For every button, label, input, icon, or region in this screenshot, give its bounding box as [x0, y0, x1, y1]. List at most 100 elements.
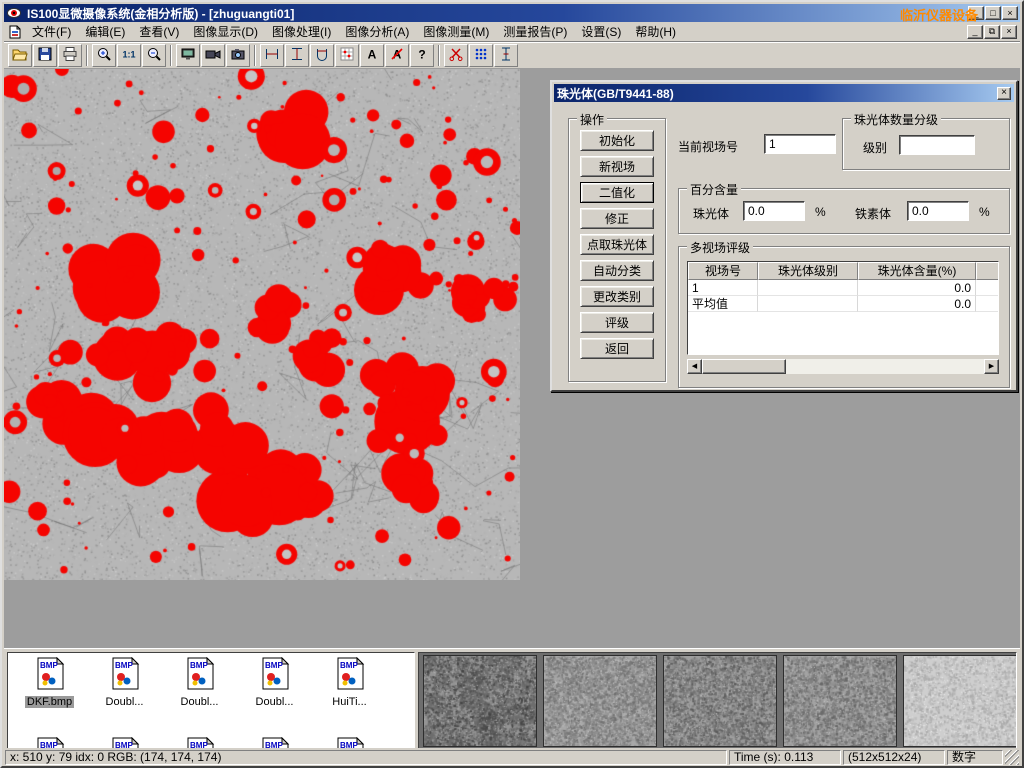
toolbar-separator: [170, 45, 172, 66]
toolbar-button-video-camera[interactable]: [201, 44, 225, 67]
file-item[interactable]: BMPDoubl...: [237, 655, 312, 713]
scroll-left-button[interactable]: ◀: [687, 359, 702, 374]
menu-item[interactable]: 查看(V): [132, 21, 186, 42]
current-field-input[interactable]: [764, 134, 836, 154]
toolbar-button-caliper-horizontal[interactable]: [260, 44, 284, 67]
operation-button[interactable]: 返回: [580, 338, 654, 359]
menu-item[interactable]: 图像显示(D): [186, 21, 265, 42]
table-cell: 0.0: [858, 280, 976, 296]
operation-button[interactable]: 自动分类: [580, 260, 654, 281]
mdi-close-button[interactable]: ×: [1001, 25, 1017, 39]
file-item[interactable]: BMP: [312, 735, 387, 749]
window-close-button[interactable]: ×: [1002, 6, 1018, 20]
dialog-close-button[interactable]: ×: [997, 87, 1011, 100]
toolbar-separator: [254, 45, 256, 66]
file-item[interactable]: BMP: [237, 735, 312, 749]
table-row[interactable]: 平均值0.0: [688, 296, 998, 312]
mdi-minimize-button[interactable]: _: [967, 25, 983, 39]
menu-item[interactable]: 编辑(E): [78, 21, 132, 42]
resize-grip[interactable]: [1005, 750, 1019, 765]
toolbar-button-display[interactable]: [176, 44, 200, 67]
table-column-header[interactable]: 珠光体含量(%): [858, 262, 976, 280]
operation-button[interactable]: 评级: [580, 312, 654, 333]
table-column-header[interactable]: 视场号: [688, 262, 758, 280]
menu-item[interactable]: 设置(S): [574, 21, 628, 42]
metallographic-image[interactable]: [4, 69, 520, 580]
operation-button[interactable]: 二值化: [580, 182, 654, 203]
file-item[interactable]: BMPHuiTi...: [312, 655, 387, 713]
file-row-2: BMPBMPBMPBMPBMP: [12, 735, 387, 749]
toolbar-button-caliper-outside[interactable]: [285, 44, 309, 67]
app-window: IS100显微摄像系统(金相分析版) - [zhuguangti01] _□× …: [0, 0, 1024, 768]
level-input[interactable]: [899, 135, 975, 155]
menu-item[interactable]: 测量报告(P): [496, 21, 574, 42]
table-row[interactable]: 10.0: [688, 280, 998, 296]
toolbar-button-print[interactable]: [58, 44, 82, 67]
operation-button[interactable]: 初始化: [580, 130, 654, 151]
svg-text:BMP: BMP: [190, 661, 208, 670]
scroll-track[interactable]: [702, 359, 984, 374]
actual-size-icon: 1:1: [121, 46, 137, 65]
ferrite-percent-input[interactable]: [907, 201, 969, 221]
table-column-header[interactable]: 珠光体级别: [758, 262, 858, 280]
status-mode: 数字: [947, 750, 1003, 765]
toolbar-button-caliper-vertical[interactable]: [494, 44, 518, 67]
open-folder-icon: [12, 46, 28, 65]
toolbar-button-zoom-out[interactable]: [142, 44, 166, 67]
window-maximize-button[interactable]: □: [985, 6, 1001, 20]
toolbar-button-open-folder[interactable]: [8, 44, 32, 67]
table-cell: 平均值: [688, 296, 758, 312]
menu-item[interactable]: 帮助(H): [628, 21, 683, 42]
toolbar-button-cut[interactable]: [444, 44, 468, 67]
dialog-title-bar[interactable]: 珠光体(GB/T9441-88) ×: [554, 84, 1014, 102]
table-column-header[interactable]: 铁素: [976, 262, 999, 280]
toolbar-button-actual-size[interactable]: 1:1: [117, 44, 141, 67]
file-name: Doubl...: [254, 696, 296, 708]
toolbar-button-help[interactable]: ?: [410, 44, 434, 67]
toolbar-button-micrometer[interactable]: [310, 44, 334, 67]
sample-thumbnail-3[interactable]: [663, 655, 777, 747]
scroll-right-button[interactable]: ▶: [984, 359, 999, 374]
grading-group: 珠光体数量分级 级别: [842, 118, 1010, 170]
operation-button[interactable]: 新视场: [580, 156, 654, 177]
sample-thumbnail-5[interactable]: [903, 655, 1017, 747]
toolbar-button-grid-measure[interactable]: [335, 44, 359, 67]
table-body: 10.0平均值0.0: [688, 280, 998, 312]
file-item[interactable]: BMPDoubl...: [87, 655, 162, 713]
file-item[interactable]: BMP: [87, 735, 162, 749]
menu-item[interactable]: 文件(F): [25, 21, 78, 42]
file-item[interactable]: BMPDoubl...: [162, 655, 237, 713]
file-item[interactable]: BMP: [162, 735, 237, 749]
operations-buttons: 初始化新视场二值化修正点取珠光体自动分类更改类别评级返回: [569, 119, 665, 359]
toolbar-button-text-label[interactable]: A: [360, 44, 384, 67]
operation-button[interactable]: 修正: [580, 208, 654, 229]
percent-group-label: 百分含量: [687, 181, 741, 198]
toolbar-button-point-grid[interactable]: [469, 44, 493, 67]
sample-thumbnail-2[interactable]: [543, 655, 657, 747]
pearlite-unit: %: [815, 205, 826, 219]
file-browser[interactable]: BMPDKF.bmpBMPDoubl...BMPDoubl...BMPDoubl…: [7, 652, 415, 749]
operation-button[interactable]: 点取珠光体: [580, 234, 654, 255]
status-resolution: (512x512x24): [843, 750, 945, 765]
pearlite-percent-input[interactable]: [743, 201, 805, 221]
menu-item[interactable]: 图像分析(A): [338, 21, 416, 42]
sample-thumbnail-1[interactable]: [423, 655, 537, 747]
menu-item[interactable]: 图像测量(M): [416, 21, 496, 42]
menu-item[interactable]: 图像处理(I): [265, 21, 338, 42]
file-item[interactable]: BMPDKF.bmp: [12, 655, 87, 713]
display-icon: [180, 46, 196, 65]
scroll-thumb[interactable]: [702, 359, 786, 374]
toolbar-button-text-strike[interactable]: A: [385, 44, 409, 67]
mdi-restore-button[interactable]: ⧉: [984, 25, 1000, 39]
table-hscrollbar[interactable]: ◀ ▶: [687, 359, 999, 374]
toolbar-button-save[interactable]: [33, 44, 57, 67]
multi-field-table[interactable]: 视场号珠光体级别珠光体含量(%)铁素 10.0平均值0.0: [687, 261, 999, 355]
caliper-outside-icon: [289, 46, 305, 65]
operation-button[interactable]: 更改类别: [580, 286, 654, 307]
toolbar-button-zoom-in[interactable]: [92, 44, 116, 67]
text-strike-icon: A: [389, 46, 405, 65]
table-cell: 1: [688, 280, 758, 296]
toolbar-button-camera[interactable]: [226, 44, 250, 67]
file-item[interactable]: BMP: [12, 735, 87, 749]
sample-thumbnail-4[interactable]: [783, 655, 897, 747]
